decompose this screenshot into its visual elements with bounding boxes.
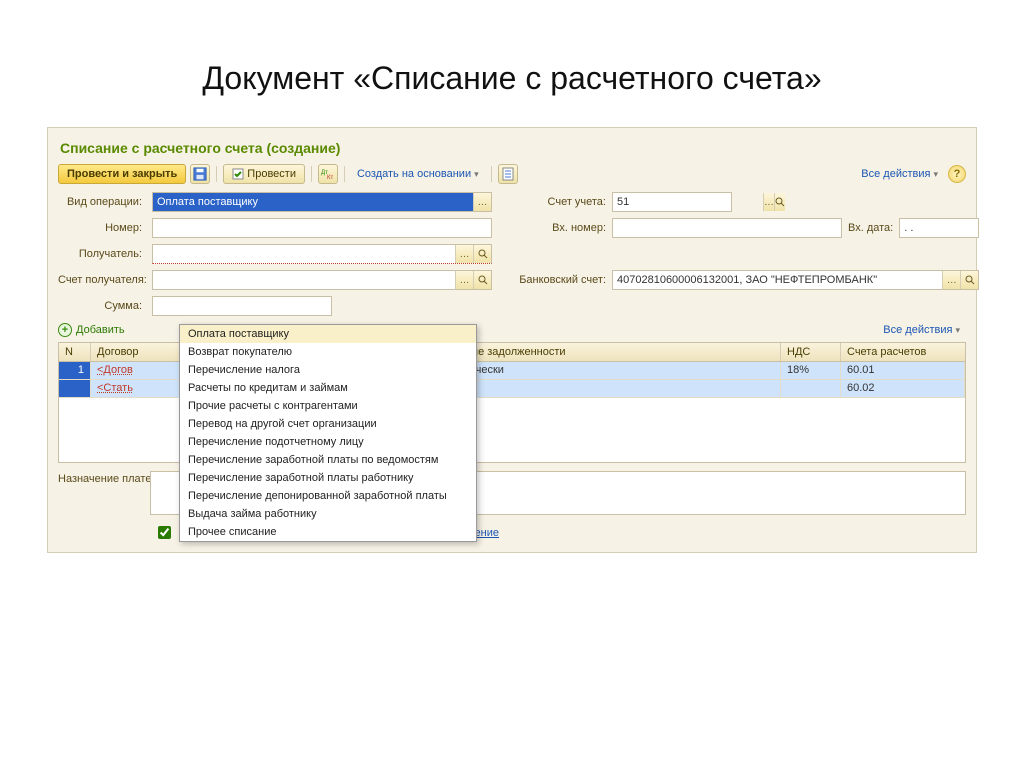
cell-vat: 18% xyxy=(781,362,841,380)
post-button[interactable]: Провести xyxy=(223,164,305,184)
save-icon-button[interactable] xyxy=(190,164,210,184)
toolbar-separator xyxy=(491,166,492,182)
dropdown-item[interactable]: Выдача займа работнику xyxy=(180,505,476,523)
payment-purpose-label: Назначение платежа: xyxy=(58,471,144,485)
report-icon-button[interactable] xyxy=(498,164,518,184)
operation-select-button[interactable]: … xyxy=(473,193,491,211)
in-number-field[interactable] xyxy=(612,218,842,238)
cell-account: 60.02 xyxy=(841,380,965,398)
app-window: Списание с расчетного счета (создание) П… xyxy=(47,127,977,553)
recipient-account-label: Счет получателя: xyxy=(58,274,148,286)
grid-all-actions-button[interactable]: Все действия xyxy=(877,322,966,338)
create-based-on-button[interactable]: Создать на основании xyxy=(351,166,485,182)
amount-input[interactable] xyxy=(153,297,331,315)
bank-account-field[interactable]: … xyxy=(612,270,979,290)
recipient-select-button[interactable]: … xyxy=(455,245,473,263)
plus-icon: + xyxy=(58,323,72,337)
account-search-button[interactable] xyxy=(774,193,785,211)
operation-dropdown[interactable]: Оплата поставщику Возврат покупателю Пер… xyxy=(179,324,477,542)
help-button[interactable]: ? xyxy=(948,165,966,183)
number-field[interactable] xyxy=(152,218,492,238)
form-fields: Вид операции: … Счет учета: … Номер: xyxy=(58,192,966,316)
post-and-close-button[interactable]: Провести и закрыть xyxy=(58,164,186,184)
recipient-field[interactable]: … xyxy=(152,244,492,264)
recipient-input[interactable] xyxy=(153,245,455,263)
svg-text:Кт: Кт xyxy=(327,175,333,180)
toolbar-separator xyxy=(216,166,217,182)
form-title: Списание с расчетного счета (создание) xyxy=(60,140,966,156)
in-date-input[interactable] xyxy=(900,219,1024,237)
bank-account-search-button[interactable] xyxy=(960,271,978,289)
account-select-button[interactable]: … xyxy=(763,193,774,211)
cell-n xyxy=(59,380,91,398)
in-number-label: Вх. номер: xyxy=(516,222,606,234)
add-row-button[interactable]: + Добавить xyxy=(58,323,125,337)
account-field[interactable]: … xyxy=(612,192,732,212)
col-header-n[interactable]: N xyxy=(59,343,91,361)
dropdown-item[interactable]: Прочее списание xyxy=(180,523,476,541)
dropdown-item[interactable]: Прочие расчеты с контрагентами xyxy=(180,397,476,415)
in-date-label: Вх. дата: xyxy=(848,222,893,234)
cell-vat xyxy=(781,380,841,398)
col-header-accounts[interactable]: Счета расчетов xyxy=(841,343,965,361)
recipient-label: Получатель: xyxy=(58,248,148,260)
dtkt-icon-button[interactable]: ДтКт xyxy=(318,164,338,184)
bank-account-label: Банковский счет: xyxy=(516,274,606,286)
recipient-account-select-button[interactable]: … xyxy=(455,271,473,289)
all-actions-button[interactable]: Все действия xyxy=(855,166,944,182)
add-row-label: Добавить xyxy=(76,324,125,336)
bank-account-select-button[interactable]: … xyxy=(942,271,960,289)
cell-n: 1 xyxy=(59,362,91,380)
dropdown-item[interactable]: Оплата поставщику xyxy=(180,325,476,343)
operation-input[interactable] xyxy=(153,193,473,211)
account-input[interactable] xyxy=(613,193,763,211)
dropdown-item[interactable]: Перечисление подотчетному лицу xyxy=(180,433,476,451)
number-input[interactable] xyxy=(153,219,491,237)
dropdown-item[interactable]: Возврат покупателю xyxy=(180,343,476,361)
recipient-search-button[interactable] xyxy=(473,245,491,263)
toolbar-separator xyxy=(344,166,345,182)
post-button-label: Провести xyxy=(247,168,296,180)
amount-field[interactable] xyxy=(152,296,332,316)
col-header-vat[interactable]: НДС xyxy=(781,343,841,361)
in-number-input[interactable] xyxy=(613,219,841,237)
recipient-account-search-button[interactable] xyxy=(473,271,491,289)
dropdown-item[interactable]: Перечисление налога xyxy=(180,361,476,379)
cell-account: 60.01 xyxy=(841,362,965,380)
dropdown-item[interactable]: Перевод на другой счет организации xyxy=(180,415,476,433)
toolbar-separator xyxy=(311,166,312,182)
amount-label: Сумма: xyxy=(58,300,148,312)
recipient-account-input[interactable] xyxy=(153,271,455,289)
operation-field[interactable]: … xyxy=(152,192,492,212)
confirmed-checkbox[interactable] xyxy=(158,526,171,539)
account-label: Счет учета: xyxy=(516,196,606,208)
slide-title: Документ «Списание с расчетного счета» xyxy=(30,60,994,97)
recipient-account-field[interactable]: … xyxy=(152,270,492,290)
dropdown-item[interactable]: Расчеты по кредитам и займам xyxy=(180,379,476,397)
number-label: Номер: xyxy=(58,222,148,234)
dropdown-item[interactable]: Перечисление заработной платы работнику xyxy=(180,469,476,487)
in-date-field[interactable] xyxy=(899,218,979,238)
bank-account-input[interactable] xyxy=(613,271,942,289)
operation-label: Вид операции: xyxy=(58,196,148,208)
toolbar: Провести и закрыть Провести ДтКт Создать… xyxy=(58,164,966,184)
dropdown-item[interactable]: Перечисление депонированной заработной п… xyxy=(180,487,476,505)
dropdown-item[interactable]: Перечисление заработной платы по ведомос… xyxy=(180,451,476,469)
